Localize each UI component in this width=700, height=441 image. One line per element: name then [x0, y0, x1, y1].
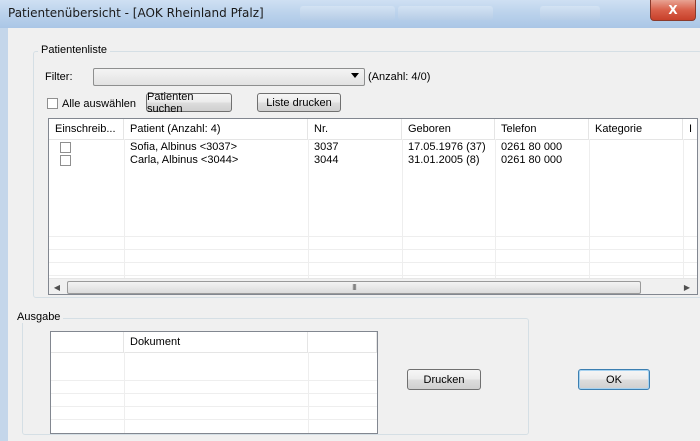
grid-line [51, 419, 377, 420]
column-header-patient[interactable]: Patient (Anzahl: 4) [124, 119, 308, 139]
close-icon: X [668, 3, 678, 17]
close-button[interactable]: X [650, 0, 696, 21]
table-row[interactable]: Sofia, Albinus <3037> 3037 17.05.1976 (3… [49, 141, 697, 154]
window-title: Patientenübersicht - [AOK Rheinland Pfal… [8, 6, 264, 20]
chevron-right-icon: ▶ [683, 282, 691, 292]
scroll-right-button[interactable]: ▶ [679, 279, 695, 294]
search-patients-button[interactable]: Patienten suchen [146, 91, 232, 115]
grid-line [683, 139, 684, 278]
dialog-content: Patientenliste Filter: (Anzahl: 4/0) All… [8, 28, 700, 441]
patient-count-text: (Anzahl: 4/0) [368, 71, 431, 83]
grid-line [51, 406, 377, 407]
grid-line [49, 262, 697, 263]
grid-line [49, 249, 697, 250]
scroll-left-button[interactable]: ◀ [49, 279, 65, 294]
grid-line [589, 139, 590, 278]
patient-name-cell: Sofia, Albinus <3037> [130, 141, 238, 153]
ok-button[interactable]: OK [578, 369, 650, 390]
enrollment-checkbox[interactable] [60, 155, 71, 166]
patient-overview-window: Patientenübersicht - [AOK Rheinland Pfal… [0, 0, 700, 441]
grid-line [49, 236, 697, 237]
phone-cell: 0261 80 000 [501, 154, 563, 166]
patient-number-cell: 3037 [314, 141, 339, 153]
column-header-document[interactable]: Dokument [124, 332, 308, 352]
background-tab-blur [300, 6, 395, 20]
patient-table-header: Einschreib... Patient (Anzahl: 4) Nr. Ge… [49, 119, 697, 140]
category-cell [589, 154, 683, 167]
scrollbar-thumb[interactable]: III [67, 281, 641, 294]
enrollment-checkbox[interactable] [60, 142, 71, 153]
column-header-truncated[interactable]: I [683, 119, 697, 139]
patient-number-cell: 3044 [314, 154, 339, 166]
background-tab-blur [540, 6, 600, 20]
patient-list-group-label: Patientenliste [38, 44, 111, 56]
patient-name-cell: Carla, Albinus <3044> [130, 154, 239, 166]
table-row[interactable]: Carla, Albinus <3044> 3044 31.01.2005 (8… [49, 154, 697, 167]
grip-icon: III [352, 283, 357, 292]
grid-line [49, 275, 697, 276]
print-list-button[interactable]: Liste drucken [257, 93, 341, 112]
document-list-header: Dokument [51, 332, 377, 353]
grid-line [124, 139, 125, 278]
document-list[interactable]: Dokument [50, 331, 378, 434]
phone-cell: 0261 80 000 [501, 141, 563, 153]
chevron-down-icon [351, 73, 359, 78]
grid-line [51, 393, 377, 394]
birth-date-cell: 17.05.1976 (37) [408, 141, 486, 153]
grid-line [308, 139, 309, 278]
grid-line [495, 139, 496, 278]
column-header-extra[interactable] [308, 332, 377, 352]
column-header-enrollment[interactable]: Einschreib... [49, 119, 124, 139]
grid-line [51, 380, 377, 381]
birth-date-cell: 31.01.2005 (8) [408, 154, 480, 166]
filter-label: Filter: [45, 71, 73, 83]
title-bar[interactable]: Patientenübersicht - [AOK Rheinland Pfal… [0, 0, 700, 29]
patient-table[interactable]: Einschreib... Patient (Anzahl: 4) Nr. Ge… [48, 118, 698, 295]
chevron-left-icon: ◀ [53, 282, 61, 292]
background-tab-blur [398, 6, 493, 20]
output-group-label: Ausgabe [14, 311, 64, 323]
select-all-checkbox[interactable] [47, 98, 58, 109]
column-header-born[interactable]: Geboren [402, 119, 495, 139]
grid-line [308, 352, 309, 433]
column-header-blank[interactable] [51, 332, 124, 352]
select-all-label: Alle auswählen [62, 98, 136, 110]
column-header-phone[interactable]: Telefon [495, 119, 589, 139]
category-cell [589, 141, 683, 154]
print-button[interactable]: Drucken [407, 369, 481, 390]
window-frame-left [0, 28, 8, 441]
grid-line [124, 352, 125, 433]
horizontal-scrollbar[interactable]: ◀ III ▶ [49, 278, 697, 294]
column-header-category[interactable]: Kategorie [589, 119, 683, 139]
filter-dropdown[interactable] [93, 68, 365, 86]
grid-line [402, 139, 403, 278]
column-header-number[interactable]: Nr. [308, 119, 402, 139]
